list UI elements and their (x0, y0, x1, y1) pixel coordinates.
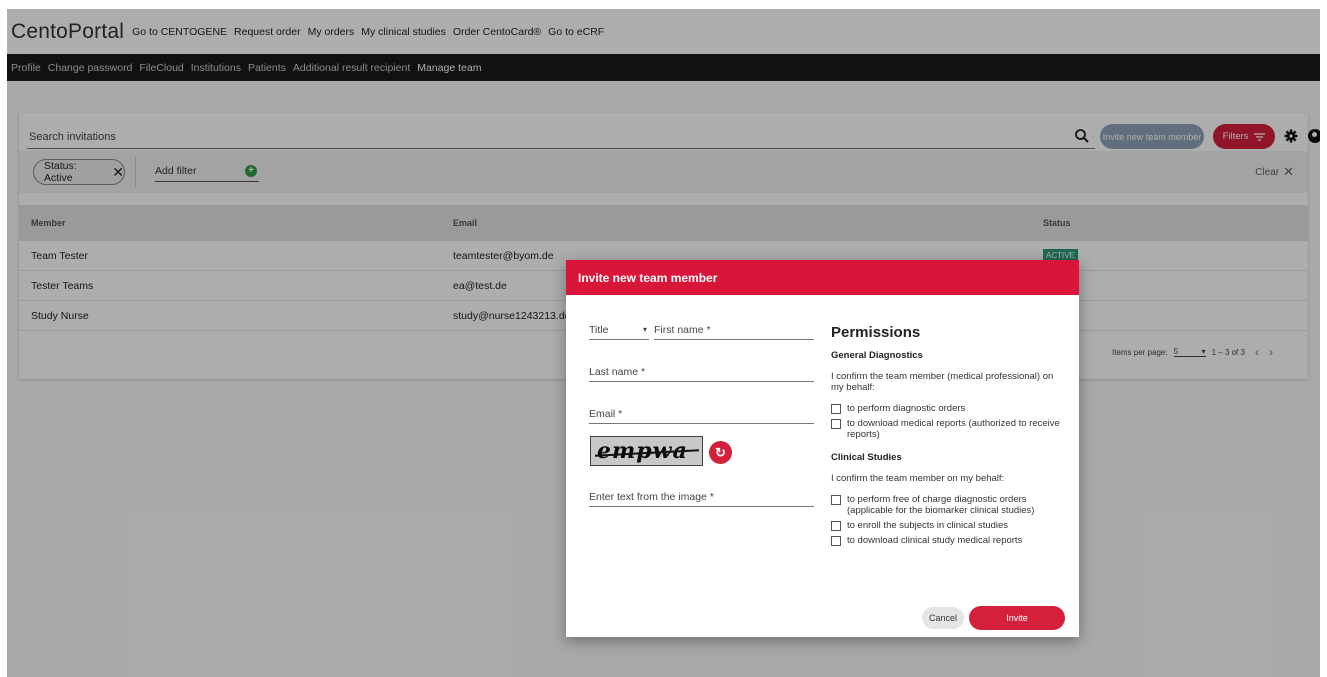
checkbox[interactable] (831, 536, 841, 546)
captcha-image: empwa (590, 436, 703, 466)
first-name-field[interactable]: First name * (654, 324, 814, 340)
captcha-input[interactable]: Enter text from the image * (589, 491, 814, 507)
general-diagnostics-heading: General Diagnostics (831, 350, 923, 361)
email-field[interactable]: Email * (589, 408, 814, 424)
checkbox-free-of-charge-orders[interactable]: to perform free of charge diagnostic ord… (831, 494, 1061, 516)
checkbox-enroll-subjects[interactable]: to enroll the subjects in clinical studi… (831, 520, 1061, 531)
checkbox-label: to download medical reports (authorized … (847, 418, 1060, 440)
invite-button[interactable]: Invite (969, 606, 1065, 630)
checkbox-label: to perform free of charge diagnostic ord… (847, 494, 1035, 516)
checkbox[interactable] (831, 495, 841, 505)
dialog-title: Invite new team member (566, 260, 1079, 295)
permissions-heading: Permissions (831, 324, 921, 341)
checkbox-perform-diagnostic-orders[interactable]: to perform diagnostic orders (831, 403, 1061, 414)
refresh-captcha-icon[interactable]: ↻ (709, 441, 732, 464)
general-intro: I confirm the team member (medical profe… (831, 371, 1054, 393)
checkbox-label: to download clinical study medical repor… (847, 535, 1023, 546)
checkbox-label: to enroll the subjects in clinical studi… (847, 520, 1009, 531)
checkbox-download-medical-reports[interactable]: to download medical reports (authorized … (831, 418, 1061, 440)
clinical-studies-heading: Clinical Studies (831, 452, 902, 463)
last-name-field[interactable]: Last name * (589, 366, 814, 382)
checkbox-download-clinical-reports[interactable]: to download clinical study medical repor… (831, 535, 1061, 546)
checkbox[interactable] (831, 419, 841, 429)
checkbox[interactable] (831, 404, 841, 414)
invite-dialog: Invite new team member Title ▾ First nam… (566, 260, 1079, 637)
permissions-section: Permissions General Diagnostics I confir… (831, 324, 1061, 550)
checkbox[interactable] (831, 521, 841, 531)
cancel-button[interactable]: Cancel (922, 607, 964, 629)
clinical-intro: I confirm the team member on my behalf: (831, 473, 1005, 484)
caret-down-icon: ▾ (642, 325, 647, 334)
title-select[interactable]: Title ▾ (589, 324, 649, 340)
title-label: Title (589, 324, 609, 336)
checkbox-label: to perform diagnostic orders (847, 403, 966, 414)
